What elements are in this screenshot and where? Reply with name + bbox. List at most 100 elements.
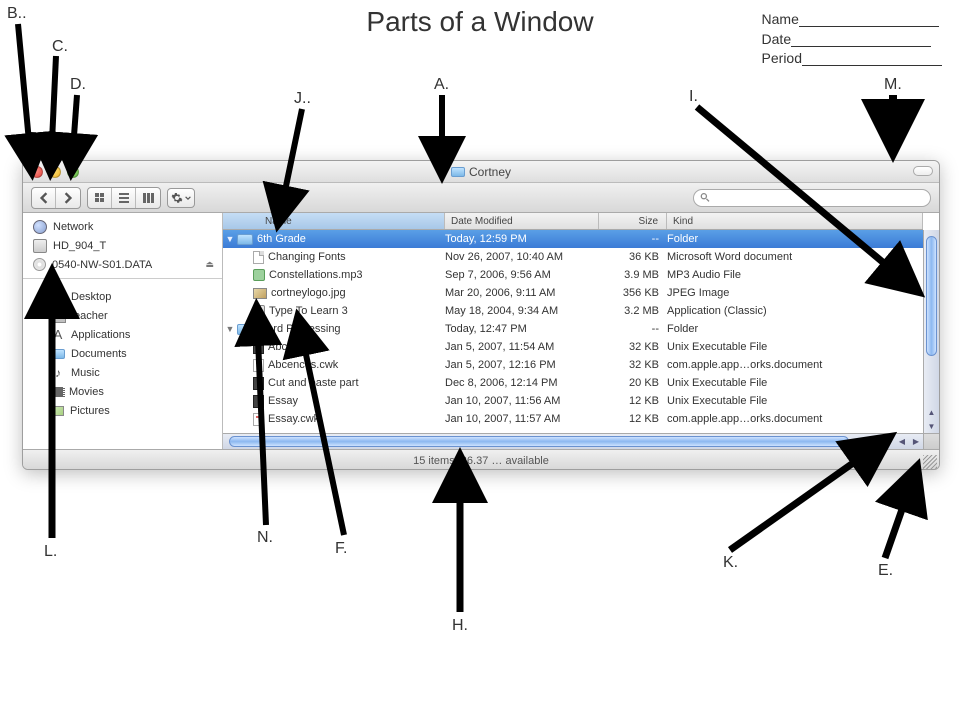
finder-window: Cortney NetworkHD_904_T0540-NW-S01.DATA⏏…	[22, 160, 940, 470]
date-label: Date	[762, 31, 792, 47]
sidebar-item-teacher[interactable]: teacher	[23, 306, 222, 325]
file-name: Abcences.cwk	[268, 359, 338, 371]
titlebar[interactable]: Cortney	[23, 161, 939, 183]
movie-icon	[51, 387, 63, 397]
callout-H: H.	[452, 617, 468, 635]
sidebar-item-hd-904-t[interactable]: HD_904_T	[23, 236, 222, 255]
table-row[interactable]: cortneylogo.jpgMar 20, 2006, 9:11 AM356 …	[223, 284, 923, 302]
music-icon: ♪	[51, 366, 65, 380]
scroll-down-arrow[interactable]: ▼	[924, 419, 939, 433]
table-row[interactable]: ▼6th GradeToday, 12:59 PM--Folder	[223, 230, 923, 248]
file-name: Essay.cwk	[268, 413, 319, 425]
disk-icon	[33, 239, 47, 253]
folder-icon	[51, 349, 65, 359]
app-icon	[253, 305, 265, 317]
h-scroll-thumb[interactable]	[229, 436, 849, 447]
file-size: --	[599, 323, 667, 335]
sidebar-item-applications[interactable]: AApplications	[23, 325, 222, 344]
table-row[interactable]: Cut and paste part Dec 8, 2006, 12:14 PM2…	[223, 374, 923, 392]
col-name-header[interactable]: Name	[223, 213, 445, 229]
sidebar-item-documents[interactable]: Documents	[23, 344, 222, 363]
file-date: Jan 10, 2007, 11:56 AM	[445, 395, 599, 407]
action-menu-button[interactable]	[167, 188, 195, 208]
callout-J: J..	[294, 90, 311, 108]
column-view-button[interactable]	[136, 188, 160, 208]
table-row[interactable]: Abcences.cwkJan 5, 2007, 12:16 PM32 KBco…	[223, 356, 923, 374]
sidebar-item-network[interactable]: Network	[23, 217, 222, 236]
img-icon	[253, 288, 267, 299]
table-row[interactable]: Type To Learn 3May 18, 2004, 9:34 AM3.2 …	[223, 302, 923, 320]
worksheet-header: Name Date Period	[762, 10, 942, 69]
eject-icon[interactable]: ⏏	[205, 259, 214, 270]
file-name: Type To Learn 3	[269, 305, 348, 317]
doc-icon	[253, 251, 264, 264]
home-icon	[51, 309, 65, 323]
table-row[interactable]: Constellations.mp3Sep 7, 2006, 9:56 AM3.…	[223, 266, 923, 284]
list-view-button[interactable]	[112, 188, 136, 208]
exec-icon	[253, 341, 264, 354]
apps-icon: A	[51, 328, 65, 342]
forward-button[interactable]	[56, 188, 80, 208]
callout-L: L.	[44, 543, 57, 561]
file-date: Sep 7, 2006, 9:56 AM	[445, 269, 599, 281]
scroll-up-arrow[interactable]: ▲	[924, 405, 939, 419]
search-icon	[700, 192, 710, 203]
sidebar-item-desktop[interactable]: Desktop	[23, 287, 222, 306]
vertical-scrollbar[interactable]: ▲ ▼	[923, 230, 939, 433]
folder-icon	[237, 234, 253, 245]
file-date: Dec 8, 2006, 12:14 PM	[445, 377, 599, 389]
file-size: 20 KB	[599, 377, 667, 389]
horizontal-scrollbar[interactable]: ◀ ▶	[223, 433, 923, 449]
file-kind: Microsoft Word document	[667, 251, 923, 263]
back-button[interactable]	[32, 188, 56, 208]
file-date: May 18, 2004, 9:34 AM	[445, 305, 599, 317]
callout-K: K.	[723, 554, 738, 572]
sidebar-item-0540-nw-s01-data[interactable]: 0540-NW-S01.DATA⏏	[23, 255, 222, 274]
sidebar-item-movies[interactable]: Movies	[23, 382, 222, 401]
col-size-header[interactable]: Size	[599, 213, 667, 229]
exec-icon	[253, 377, 264, 390]
table-row[interactable]: ▼Word ProcessingToday, 12:47 PM--Folder	[223, 320, 923, 338]
cwk-icon	[253, 413, 264, 426]
callout-M: M.	[884, 76, 902, 94]
col-date-header[interactable]: Date Modified	[445, 213, 599, 229]
sidebar-item-music[interactable]: ♪Music	[23, 363, 222, 382]
resize-handle[interactable]	[923, 455, 937, 469]
search-field[interactable]	[693, 189, 931, 207]
table-row[interactable]: Essay Jan 10, 2007, 11:56 AM12 KBUnix Exe…	[223, 392, 923, 410]
file-kind: Unix Executable File	[667, 395, 923, 407]
column-headers: Name Date Modified Size Kind	[223, 213, 923, 230]
scroll-right-arrow[interactable]: ▶	[909, 434, 923, 449]
callout-A: A.	[434, 76, 449, 94]
v-scroll-thumb[interactable]	[926, 236, 937, 356]
scroll-left-arrow[interactable]: ◀	[895, 434, 909, 449]
file-size: 12 KB	[599, 413, 667, 425]
sidebar-item-pictures[interactable]: Pictures	[23, 401, 222, 420]
file-kind: com.apple.app…orks.document	[667, 413, 923, 425]
file-date: Mar 20, 2006, 9:11 AM	[445, 287, 599, 299]
view-buttons	[87, 187, 161, 209]
disclosure-triangle[interactable]: ▼	[223, 324, 237, 334]
disclosure-triangle[interactable]: ▼	[223, 234, 237, 244]
sidebar-item-label: Desktop	[71, 291, 111, 303]
file-name: Changing Fonts	[268, 251, 346, 263]
table-row[interactable]: AbcencesJan 5, 2007, 11:54 AM32 KBUnix E…	[223, 338, 923, 356]
sidebar-item-label: Movies	[69, 386, 104, 398]
callout-N: N.	[257, 529, 273, 547]
file-size: 12 KB	[599, 395, 667, 407]
search-input[interactable]	[714, 191, 930, 205]
toolbar-pill-button[interactable]	[913, 166, 933, 176]
icon-view-button[interactable]	[88, 188, 112, 208]
cwk-icon	[253, 359, 264, 372]
file-name: Word Processing	[257, 323, 341, 335]
file-kind: Unix Executable File	[667, 377, 923, 389]
file-size: 32 KB	[599, 359, 667, 371]
table-row[interactable]: Essay.cwkJan 10, 2007, 11:57 AM12 KBcom.…	[223, 410, 923, 428]
file-name: Cut and paste part	[268, 377, 359, 389]
status-text: 15 items, 26.37 … available	[413, 455, 549, 467]
col-kind-header[interactable]: Kind	[667, 213, 923, 229]
file-name: Essay	[268, 395, 298, 407]
cd-icon	[33, 258, 46, 271]
table-row[interactable]: Changing FontsNov 26, 2007, 10:40 AM36 K…	[223, 248, 923, 266]
callout-D: D.	[70, 76, 86, 94]
